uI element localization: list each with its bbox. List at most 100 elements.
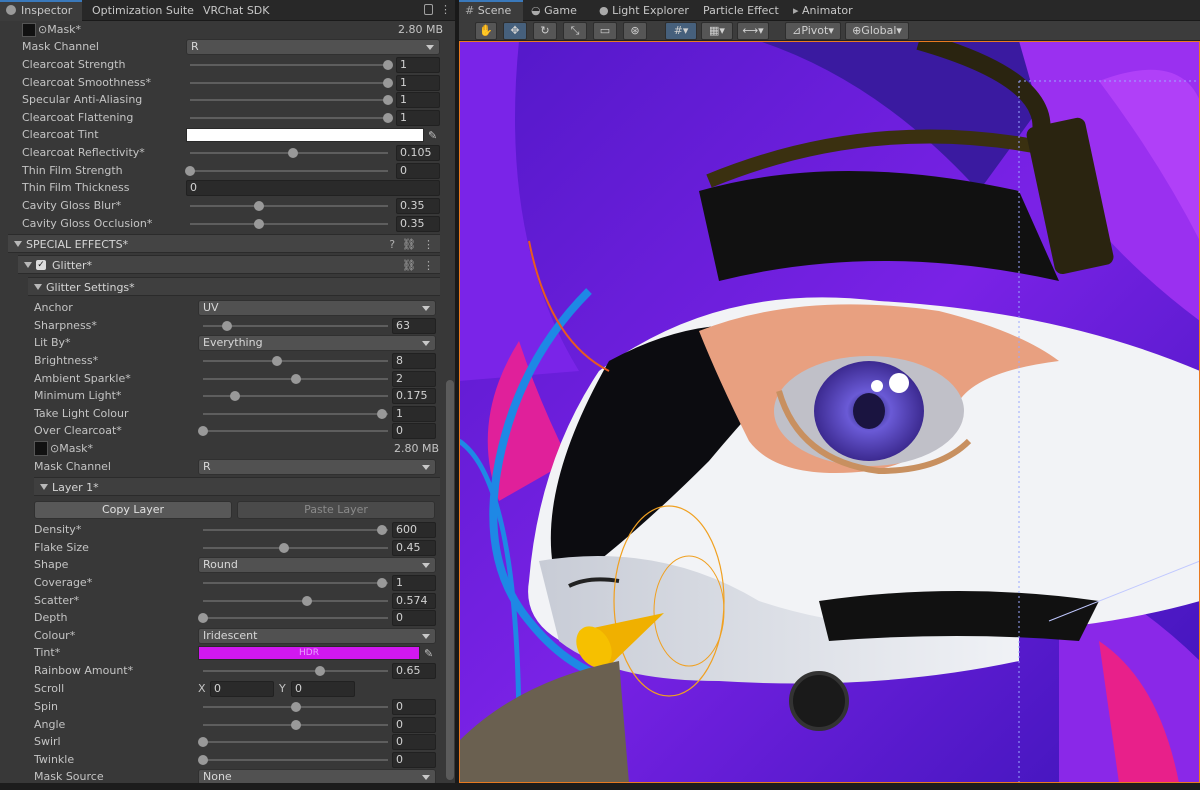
tab-animator[interactable]: ▸ Animator (793, 0, 853, 21)
slider-thumb[interactable] (377, 578, 388, 588)
scroll-x-field[interactable]: 0 (210, 681, 274, 697)
slider-thumb[interactable] (383, 77, 393, 88)
tab-vrchat-sdk[interactable]: VRChat SDK (197, 0, 277, 21)
help-icon[interactable]: ? (389, 238, 395, 251)
glitter-checkbox[interactable]: ✓ (36, 260, 46, 270)
slider-value-field[interactable]: 0 (392, 423, 436, 439)
slider-thumb[interactable] (198, 613, 208, 623)
dropdown[interactable]: Everything (198, 335, 436, 351)
tab-game[interactable]: ◒ Game (531, 0, 577, 21)
glitter-settings-header[interactable]: Glitter Settings* (28, 277, 440, 296)
dropdown[interactable]: UV (198, 300, 436, 316)
color-field[interactable]: HDR (198, 646, 420, 660)
tab-light-explorer[interactable]: ● Light Explorer (599, 0, 689, 21)
eyedropper-icon[interactable]: ✎ (424, 645, 433, 663)
more-icon[interactable]: ⋮ (423, 238, 434, 251)
glitter-header[interactable]: ✓ Glitter* ⛓ ⋮ (18, 255, 440, 274)
rect-tool-icon[interactable]: ▭ (593, 22, 617, 40)
slider-thumb[interactable] (290, 702, 301, 712)
slider-track[interactable] (203, 759, 388, 761)
scene-viewport[interactable] (459, 41, 1200, 783)
slider-track[interactable] (203, 617, 388, 619)
scale-tool-icon[interactable]: ⤡ (563, 22, 587, 40)
slider-thumb[interactable] (254, 219, 265, 229)
tab-particle-effect[interactable]: Particle Effect (703, 0, 779, 21)
slider-track[interactable] (203, 430, 388, 432)
slider-thumb[interactable] (290, 374, 301, 384)
slider-thumb[interactable] (254, 201, 265, 211)
slider-thumb[interactable] (272, 356, 282, 366)
slider-track[interactable] (190, 99, 388, 102)
slider-track[interactable] (203, 670, 388, 672)
slider-track[interactable] (190, 64, 388, 66)
slider-value-field[interactable]: 0.574 (392, 593, 436, 609)
slider-thumb[interactable] (185, 166, 195, 176)
slider-thumb[interactable] (383, 95, 393, 106)
slider-thumb[interactable] (377, 409, 388, 419)
slider-thumb[interactable] (230, 391, 241, 401)
slider-thumb[interactable] (377, 525, 388, 535)
inspector-scrollbar[interactable] (446, 380, 454, 780)
scroll-y-field[interactable]: 0 (291, 681, 355, 697)
slider-value-field[interactable]: 0.175 (392, 388, 436, 404)
slider-thumb[interactable] (383, 60, 393, 70)
slider-track[interactable] (203, 582, 388, 584)
slider-value-field[interactable]: 1 (392, 406, 436, 422)
slider-thumb[interactable] (290, 720, 301, 730)
dropdown[interactable]: R (198, 459, 436, 475)
slider-track[interactable] (203, 547, 388, 549)
grid-snap-icon[interactable]: #▾ (665, 22, 697, 40)
slider-track[interactable] (190, 81, 388, 84)
paste-layer-button[interactable]: Paste Layer (237, 501, 435, 519)
slider-track[interactable] (203, 413, 388, 415)
foldout-arrow-icon[interactable] (14, 241, 22, 247)
slider-track[interactable] (203, 600, 388, 602)
foldout-arrow-icon[interactable] (40, 484, 48, 490)
slider-value-field[interactable]: 0.35 (396, 216, 440, 232)
increment-snap-icon[interactable]: ⟷▾ (737, 22, 769, 40)
hand-tool-icon[interactable]: ✋ (475, 22, 497, 40)
link-icon[interactable]: ⛓ (402, 238, 416, 251)
color-field[interactable] (186, 128, 424, 142)
mask-texture-thumbnail[interactable] (22, 23, 36, 37)
slider-track[interactable] (203, 741, 388, 743)
slider-track[interactable] (190, 205, 388, 207)
copy-layer-button[interactable]: Copy Layer (34, 501, 232, 519)
eyedropper-icon[interactable]: ✎ (428, 127, 437, 145)
special-effects-header[interactable]: SPECIAL EFFECTS* ? ⛓ ⋮ (8, 234, 440, 253)
slider-value-field[interactable]: 63 (392, 318, 436, 334)
dropdown[interactable]: Iridescent (198, 628, 436, 644)
number-field[interactable]: 0 (186, 180, 440, 196)
link-icon[interactable]: ⛓ (402, 259, 416, 272)
tab-optimization-suite[interactable]: Optimization Suite (86, 0, 194, 21)
slider-thumb[interactable] (198, 755, 208, 765)
slider-value-field[interactable]: 8 (392, 353, 436, 369)
slider-track[interactable] (190, 223, 388, 225)
slider-value-field[interactable]: 0 (392, 717, 436, 733)
slider-value-field[interactable]: 0.45 (392, 540, 436, 556)
foldout-arrow-icon[interactable] (24, 262, 32, 268)
slider-value-field[interactable]: 1 (396, 92, 440, 109)
more-icon[interactable]: ⋮ (423, 259, 434, 272)
slider-value-field[interactable]: 0.65 (392, 663, 436, 679)
slider-thumb[interactable] (198, 426, 208, 436)
slider-thumb[interactable] (383, 113, 393, 124)
slider-track[interactable] (203, 529, 388, 531)
grid-visibility-icon[interactable]: ▦▾ (701, 22, 733, 40)
slider-value-field[interactable]: 0.35 (396, 198, 440, 214)
tab-scene[interactable]: # Scene (459, 0, 523, 21)
transform-tool-icon[interactable]: ⊛ (623, 22, 647, 40)
slider-value-field[interactable]: 2 (392, 371, 436, 387)
tab-inspector[interactable]: Inspector (0, 0, 82, 21)
rotate-tool-icon[interactable]: ↻ (533, 22, 557, 40)
slider-value-field[interactable]: 0 (392, 699, 436, 715)
slider-value-field[interactable]: 1 (396, 74, 440, 91)
move-tool-icon[interactable]: ✥ (503, 22, 527, 40)
slider-value-field[interactable]: 1 (392, 575, 436, 591)
slider-value-field[interactable]: 0 (392, 752, 436, 768)
dropdown[interactable]: Round (198, 557, 436, 573)
mask-texture-thumbnail[interactable] (34, 441, 48, 456)
slider-value-field[interactable]: 600 (392, 522, 436, 538)
slider-value-field[interactable]: 1 (396, 110, 440, 127)
slider-track[interactable] (203, 360, 388, 362)
